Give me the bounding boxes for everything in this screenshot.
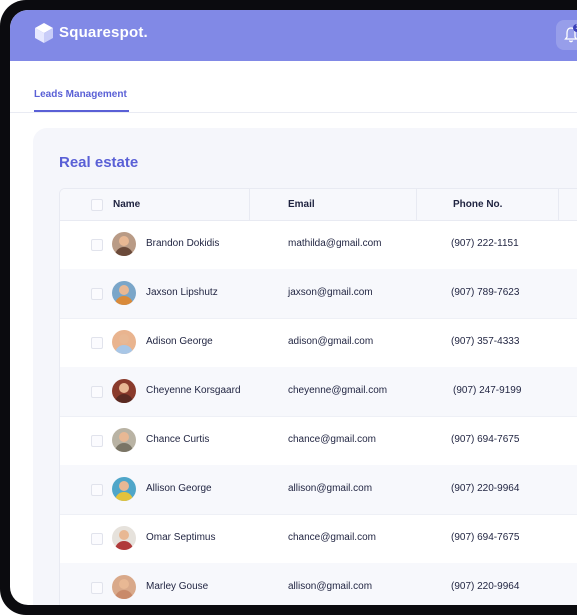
lead-name: Brandon Dokidis (146, 238, 220, 249)
table-row[interactable]: Jaxson Lipshutz jaxson@gmail.com (907) 7… (60, 269, 577, 319)
cube-logo-icon (35, 23, 53, 43)
avatar (112, 379, 136, 403)
tab-bar: Leads Management (10, 61, 577, 113)
lead-phone: (907) 220-9964 (451, 581, 520, 592)
device-frame: Squarespot. 1 Leads Management Real esta… (0, 0, 577, 615)
lead-email: chance@gmail.com (288, 532, 376, 543)
select-all-checkbox[interactable] (91, 199, 103, 211)
lead-phone: (907) 220-9964 (451, 483, 520, 494)
active-tab-indicator (34, 110, 129, 112)
table-row[interactable]: Cheyenne Korsgaard cheyenne@gmail.com (9… (60, 367, 577, 417)
lead-phone: (907) 222-1151 (451, 238, 519, 249)
lead-phone: (907) 789-7623 (451, 287, 520, 298)
lead-name: Jaxson Lipshutz (146, 287, 218, 298)
row-checkbox[interactable] (91, 582, 103, 594)
lead-email: chance@gmail.com (288, 434, 376, 445)
lead-email: jaxson@gmail.com (288, 287, 373, 298)
column-header-phone[interactable]: Phone No. (453, 199, 502, 210)
column-header-name[interactable]: Name (113, 199, 140, 210)
table-row[interactable]: Brandon Dokidis mathilda@gmail.com (907)… (60, 220, 577, 270)
brand-name[interactable]: Squarespot. (59, 24, 148, 41)
avatar (112, 575, 136, 599)
column-divider (558, 189, 559, 220)
lead-name: Allison George (146, 483, 212, 494)
tab-leads-management[interactable]: Leads Management (34, 89, 127, 100)
avatar (112, 477, 136, 501)
lead-email: allison@gmail.com (288, 581, 373, 592)
content-panel: Real estate Name Email Phone No. Brandon… (33, 128, 577, 605)
row-checkbox[interactable] (91, 337, 103, 349)
lead-name: Adison George (146, 336, 213, 347)
section-title: Real estate (59, 154, 139, 171)
lead-phone: (907) 357-4333 (451, 336, 520, 347)
table-row[interactable]: Marley Gouse allison@gmail.com (907) 220… (60, 563, 577, 605)
lead-email: adison@gmail.com (288, 336, 374, 347)
lead-email: mathilda@gmail.com (288, 238, 382, 249)
lead-email: allison@gmail.com (288, 483, 373, 494)
avatar (112, 526, 136, 550)
column-divider (416, 189, 417, 220)
lead-email: cheyenne@gmail.com (288, 385, 388, 396)
lead-name: Chance Curtis (146, 434, 210, 445)
lead-phone: (907) 694-7675 (451, 532, 520, 543)
row-checkbox[interactable] (91, 484, 103, 496)
leads-table: Name Email Phone No. Brandon Dokidis mat… (59, 188, 577, 605)
notification-badge: 1 (573, 24, 577, 32)
table-header: Name Email Phone No. (60, 189, 577, 221)
avatar (112, 330, 136, 354)
column-divider (249, 189, 250, 220)
row-checkbox[interactable] (91, 435, 103, 447)
table-row[interactable]: Omar Septimus chance@gmail.com (907) 694… (60, 514, 577, 564)
row-checkbox[interactable] (91, 239, 103, 251)
avatar (112, 281, 136, 305)
table-row[interactable]: Adison George adison@gmail.com (907) 357… (60, 318, 577, 368)
table-row[interactable]: Chance Curtis chance@gmail.com (907) 694… (60, 416, 577, 466)
lead-phone: (907) 247-9199 (453, 385, 522, 396)
top-bar: Squarespot. 1 (10, 10, 577, 61)
lead-name: Marley Gouse (146, 581, 209, 592)
lead-name: Omar Septimus (146, 532, 216, 543)
table-row[interactable]: Allison George allison@gmail.com (907) 2… (60, 465, 577, 515)
app-screen: Squarespot. 1 Leads Management Real esta… (10, 10, 577, 605)
avatar (112, 232, 136, 256)
row-checkbox[interactable] (91, 533, 103, 545)
notifications-button[interactable]: 1 (556, 20, 577, 50)
lead-phone: (907) 694-7675 (451, 434, 520, 445)
row-checkbox[interactable] (91, 386, 103, 398)
column-header-email[interactable]: Email (288, 199, 315, 210)
lead-name: Cheyenne Korsgaard (146, 385, 241, 396)
row-checkbox[interactable] (91, 288, 103, 300)
avatar (112, 428, 136, 452)
